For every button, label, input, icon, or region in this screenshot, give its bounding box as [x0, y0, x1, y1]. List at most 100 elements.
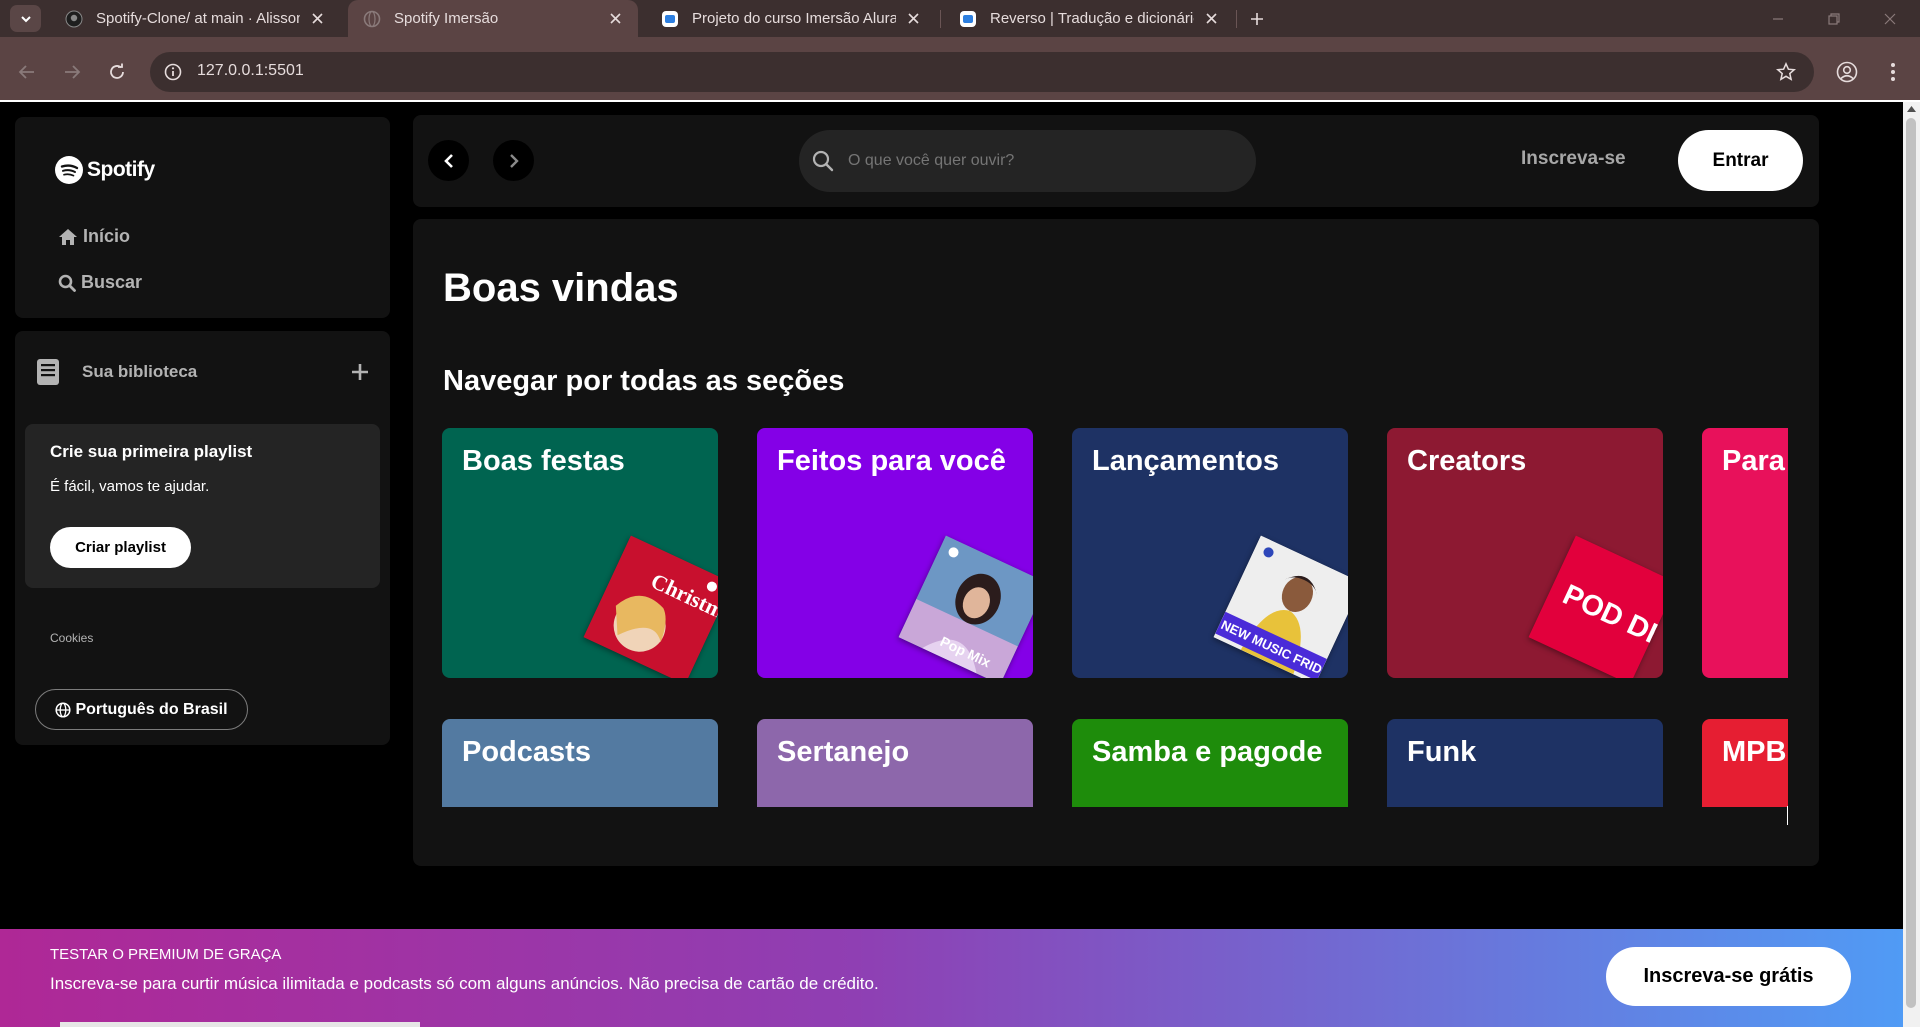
browser-tab-active[interactable]: Spotify Imersão	[348, 0, 638, 37]
browse-card-samba-e-pagode[interactable]: Samba e pagode	[1072, 719, 1348, 807]
forward-button[interactable]	[55, 55, 89, 89]
page-top-border	[0, 100, 1920, 102]
address-url[interactable]: 127.0.0.1:5501	[197, 62, 304, 80]
chevron-left-icon	[443, 153, 453, 168]
minimize-icon	[1773, 17, 1783, 20]
close-icon[interactable]	[1202, 10, 1220, 28]
sidebar-item-inicio[interactable]: Início	[58, 226, 130, 247]
page-scrollbar-thumb[interactable]	[1906, 118, 1916, 1008]
language-button[interactable]: Português do Brasil	[35, 689, 248, 730]
tab-separator	[940, 10, 941, 28]
signup-free-button[interactable]: Inscreva-se grátis	[1606, 947, 1851, 1006]
browse-grid: Boas festas Christmas Hits Feitos para v…	[442, 428, 1788, 807]
premium-banner-kicker: TESTAR O PREMIUM DE GRAÇA	[50, 946, 282, 963]
browse-card-label: Para	[1722, 445, 1785, 477]
profile-icon[interactable]	[1832, 57, 1862, 87]
search-input[interactable]	[848, 150, 1228, 172]
browse-card-label: MPB	[1722, 736, 1787, 768]
browse-card-feitos-para-voce[interactable]: Feitos para você Pop Mix	[757, 428, 1033, 678]
history-back-button[interactable]	[428, 140, 469, 181]
browse-card-lancamentos[interactable]: Lançamentos NEW MUSIC FRIDAY	[1072, 428, 1348, 678]
browse-card-sertanejo[interactable]: Sertanejo	[757, 719, 1033, 807]
cover-art-christmas: Christmas Hits	[583, 535, 718, 678]
plus-icon	[352, 364, 368, 380]
library-title[interactable]: Sua biblioteca	[82, 362, 197, 382]
tab-separator	[1236, 10, 1237, 28]
browse-card-para[interactable]: Para	[1702, 428, 1788, 678]
text-cursor	[1787, 806, 1788, 825]
reverso-icon	[660, 9, 680, 29]
arrow-right-icon	[65, 65, 81, 79]
browser-tab[interactable]: Spotify-Clone/ at main · Alisson	[50, 0, 340, 37]
plus-icon	[1251, 13, 1263, 25]
language-label: Português do Brasil	[75, 700, 228, 718]
chevron-down-icon	[20, 15, 31, 22]
cover-art-pod-delas: POD DELAS	[1528, 535, 1663, 678]
browse-card-mpb[interactable]: MPB	[1702, 719, 1788, 807]
signup-link[interactable]: Inscreva-se	[1521, 148, 1626, 170]
browse-card-funk[interactable]: Funk	[1387, 719, 1663, 807]
address-bar[interactable]	[150, 52, 1814, 92]
history-forward-button[interactable]	[493, 140, 534, 181]
restore-button[interactable]	[1806, 0, 1862, 37]
globe-icon	[362, 9, 382, 29]
globe-icon	[55, 701, 72, 718]
search-icon	[58, 274, 76, 292]
browse-card-label: Lançamentos	[1092, 445, 1279, 477]
site-info-icon[interactable]	[160, 59, 186, 85]
browse-card-label: Podcasts	[462, 736, 591, 768]
chevron-right-icon	[509, 153, 519, 168]
browse-card-label: Funk	[1407, 736, 1477, 768]
search-icon	[811, 149, 835, 173]
arrow-left-icon	[18, 65, 34, 79]
spotify-logo[interactable]: Spotify	[55, 156, 155, 184]
horizontal-scrollbar-thumb[interactable]	[60, 1022, 420, 1027]
spotify-logo-text: Spotify	[87, 158, 155, 181]
tab-title: Projeto do curso Imersão Alura	[692, 10, 896, 27]
premium-banner-text: Inscreva-se para curtir música ilimitada…	[50, 974, 879, 993]
browse-card-creators[interactable]: Creators POD DELAS	[1387, 428, 1663, 678]
close-icon[interactable]	[904, 10, 922, 28]
login-button[interactable]: Entrar	[1678, 130, 1803, 191]
close-icon	[1884, 13, 1896, 24]
reload-button[interactable]	[100, 55, 134, 89]
browser-tab[interactable]: Projeto do curso Imersão Alura	[646, 0, 936, 37]
cookies-link[interactable]: Cookies	[50, 631, 93, 645]
cover-art-pop-mix: Pop Mix	[898, 535, 1033, 678]
back-button[interactable]	[10, 55, 44, 89]
home-icon	[59, 228, 77, 245]
browse-card-podcasts[interactable]: Podcasts	[442, 719, 718, 807]
tab-search-button[interactable]	[10, 5, 41, 32]
create-playlist-subtitle: É fácil, vamos te ajudar.	[50, 478, 210, 495]
sidebar-item-buscar[interactable]: Buscar	[58, 272, 142, 293]
tab-title: Reverso | Tradução e dicionário	[990, 10, 1194, 27]
add-library-button[interactable]	[346, 358, 374, 386]
kebab-menu-icon[interactable]	[1878, 57, 1908, 87]
browse-card-label: Sertanejo	[777, 736, 910, 768]
page-title: Boas vindas	[443, 266, 679, 310]
scroll-up-arrow-icon[interactable]	[1906, 105, 1917, 113]
github-icon	[64, 9, 84, 29]
minimize-button[interactable]	[1750, 0, 1806, 37]
cover-art-new-music-friday: NEW MUSIC FRIDAY	[1213, 535, 1348, 678]
tab-title: Spotify Imersão	[394, 10, 499, 27]
sidebar-item-label: Buscar	[81, 272, 143, 292]
tab-title: Spotify-Clone/ at main · Alisson	[96, 10, 300, 27]
library-icon[interactable]	[36, 358, 60, 386]
browse-card-label: Samba e pagode	[1092, 736, 1323, 768]
restore-icon	[1828, 12, 1840, 25]
section-title: Navegar por todas as seções	[443, 365, 845, 397]
close-window-button[interactable]	[1862, 0, 1918, 37]
reverso-icon	[958, 9, 978, 29]
browse-card-boas-festas[interactable]: Boas festas Christmas Hits	[442, 428, 718, 678]
close-icon[interactable]	[308, 10, 326, 28]
close-icon[interactable]	[606, 10, 624, 28]
sidebar-item-label: Início	[83, 226, 131, 246]
create-playlist-title: Crie sua primeira playlist	[50, 442, 253, 461]
reload-icon	[110, 63, 124, 79]
browser-tab[interactable]: Reverso | Tradução e dicionário	[944, 0, 1234, 37]
create-playlist-button[interactable]: Criar playlist	[50, 527, 191, 568]
browse-card-label: Boas festas	[462, 445, 625, 477]
bookmark-star-icon[interactable]	[1772, 58, 1800, 86]
new-tab-button[interactable]	[1244, 6, 1270, 32]
